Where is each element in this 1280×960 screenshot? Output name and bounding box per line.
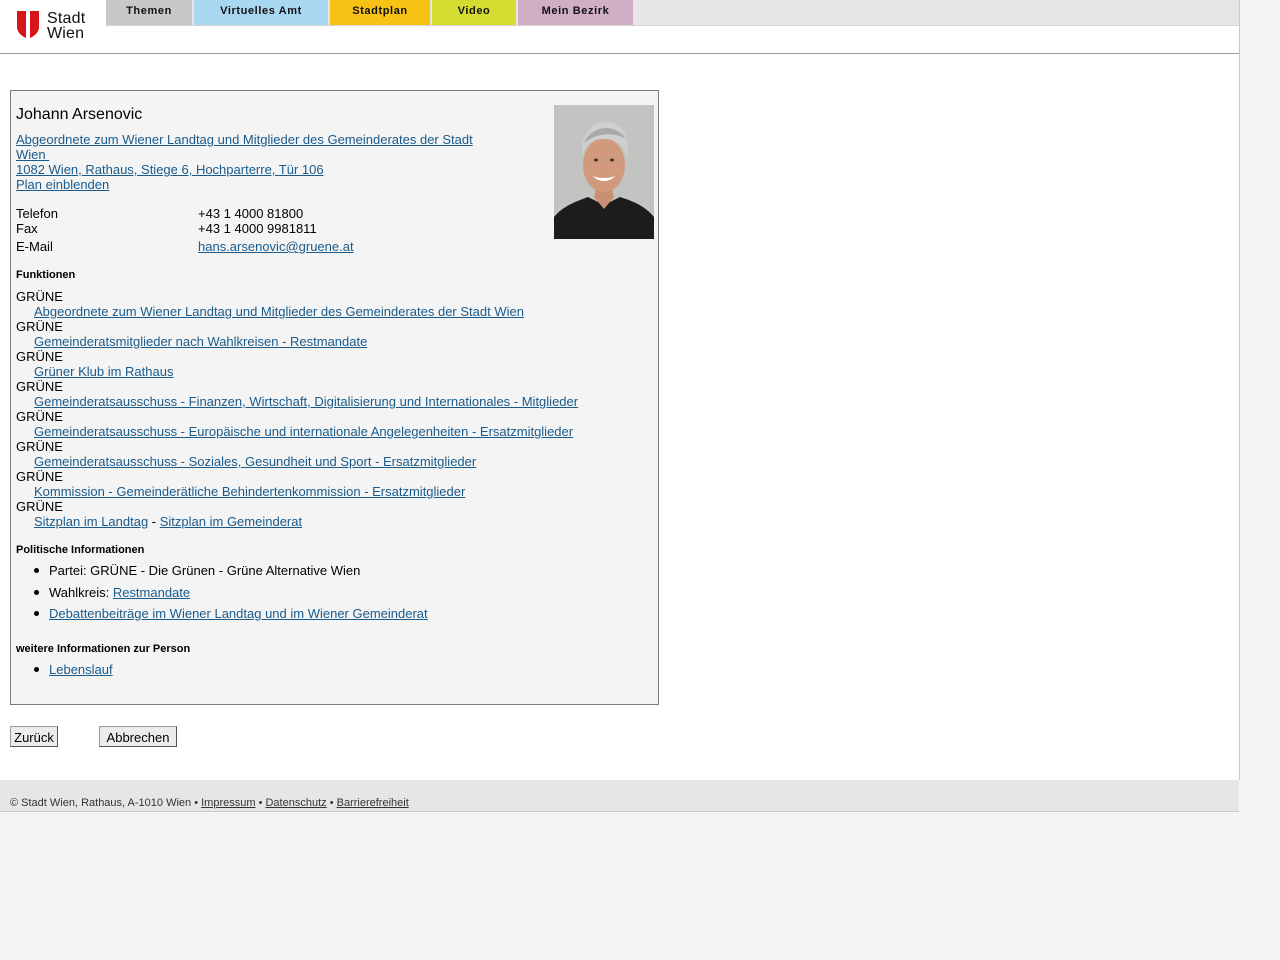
bullet: [34, 568, 39, 573]
function-link[interactable]: Kommission - Gemeinderätliche Behinderte…: [34, 484, 465, 499]
phone-label: Telefon: [16, 206, 58, 221]
cancel-button[interactable]: Abbrechen: [99, 726, 177, 747]
vienna-shield-icon: [17, 11, 39, 39]
person-photo: [554, 105, 654, 239]
fax-value: +43 1 4000 9981811: [198, 221, 317, 236]
function-party: GRÜNE: [16, 289, 63, 304]
datenschutz-link[interactable]: Datenschutz: [265, 797, 326, 809]
role-link-line2[interactable]: Wien: [16, 147, 49, 162]
function-party: GRÜNE: [16, 439, 63, 454]
tab-mein-bezirk[interactable]: Mein Bezirk: [518, 0, 633, 25]
functions-heading: Funktionen: [16, 269, 76, 281]
function-party: GRÜNE: [16, 319, 63, 334]
debates-link[interactable]: Debattenbeiträge im Wiener Landtag und i…: [49, 606, 428, 621]
seating-plan-links: Sitzplan im Landtag - Sitzplan im Gemein…: [34, 514, 302, 529]
logo-text-line1: Stadt: [47, 10, 86, 27]
logo-text-line2: Wien: [47, 25, 85, 42]
back-button[interactable]: Zurück: [10, 726, 58, 747]
constituency-info: Wahlkreis: Restmandate: [49, 585, 190, 600]
function-party: GRÜNE: [16, 409, 63, 424]
person-detail-box: Johann Arsenovic Abgeordnete zum Wiener …: [10, 90, 659, 705]
function-party: GRÜNE: [16, 469, 63, 484]
function-party: GRÜNE: [16, 349, 63, 364]
tab-virtuelles-amt[interactable]: Virtuelles Amt: [194, 0, 328, 25]
tab-stadtplan[interactable]: Stadtplan: [330, 0, 430, 25]
fax-label: Fax: [16, 221, 38, 236]
constituency-link[interactable]: Restmandate: [113, 585, 190, 600]
email-link[interactable]: hans.arsenovic@gruene.at: [198, 239, 354, 254]
impressum-link[interactable]: Impressum: [201, 797, 255, 809]
site-footer: © Stadt Wien, Rathaus, A-1010 Wien • Imp…: [0, 780, 1239, 812]
bullet: [34, 611, 39, 616]
address-link[interactable]: 1082 Wien, Rathaus, Stiege 6, Hochparter…: [16, 162, 324, 177]
footer-separator: •: [255, 797, 266, 809]
function-link[interactable]: Gemeinderatsmitglieder nach Wahlkreisen …: [34, 334, 367, 349]
main-navigation: Themen Virtuelles Amt Stadtplan Video Me…: [106, 0, 1239, 26]
seating-plan-landtag-link[interactable]: Sitzplan im Landtag: [34, 514, 148, 529]
function-party: GRÜNE: [16, 379, 63, 394]
tab-video[interactable]: Video: [432, 0, 516, 25]
cv-link[interactable]: Lebenslauf: [49, 662, 113, 677]
function-link[interactable]: Abgeordnete zum Wiener Landtag und Mitgl…: [34, 304, 524, 319]
function-link[interactable]: Gemeinderatsausschuss - Soziales, Gesund…: [34, 454, 476, 469]
plan-link[interactable]: Plan einblenden: [16, 177, 109, 192]
tab-themen[interactable]: Themen: [106, 0, 192, 25]
link-separator: -: [148, 514, 160, 529]
function-party: GRÜNE: [16, 499, 63, 514]
function-link[interactable]: Gemeinderatsausschuss - Finanzen, Wirtsc…: [34, 394, 578, 409]
function-link[interactable]: Grüner Klub im Rathaus: [34, 364, 173, 379]
phone-value: +43 1 4000 81800: [198, 206, 304, 221]
barrierefreiheit-link[interactable]: Barrierefreiheit: [337, 797, 409, 809]
political-info-heading: Politische Informationen: [16, 544, 145, 556]
stadt-wien-logo[interactable]: Stadt Wien: [17, 10, 89, 42]
bullet: [34, 590, 39, 595]
page: Stadt Wien Themen Virtuelles Amt Stadtpl…: [0, 0, 1240, 780]
footer-separator: •: [191, 797, 202, 809]
seating-plan-gemeinderat-link[interactable]: Sitzplan im Gemeinderat: [160, 514, 302, 529]
constituency-label: Wahlkreis:: [49, 585, 113, 600]
role-link-line1[interactable]: Abgeordnete zum Wiener Landtag und Mitgl…: [16, 132, 473, 147]
email-label: E-Mail: [16, 239, 53, 254]
function-link[interactable]: Gemeinderatsausschuss - Europäische und …: [34, 424, 573, 439]
more-info-heading: weitere Informationen zur Person: [16, 643, 191, 655]
footer-text: © Stadt Wien, Rathaus, A-1010 Wien • Imp…: [10, 796, 409, 810]
bullet: [34, 667, 39, 672]
copyright: © Stadt Wien, Rathaus, A-1010 Wien: [10, 797, 192, 809]
footer-separator: •: [326, 797, 337, 809]
party-info: Partei: GRÜNE - Die Grünen - Grüne Alter…: [49, 563, 361, 578]
site-header: Stadt Wien Themen Virtuelles Amt Stadtpl…: [0, 0, 1239, 54]
person-name: Johann Arsenovic: [16, 106, 143, 123]
